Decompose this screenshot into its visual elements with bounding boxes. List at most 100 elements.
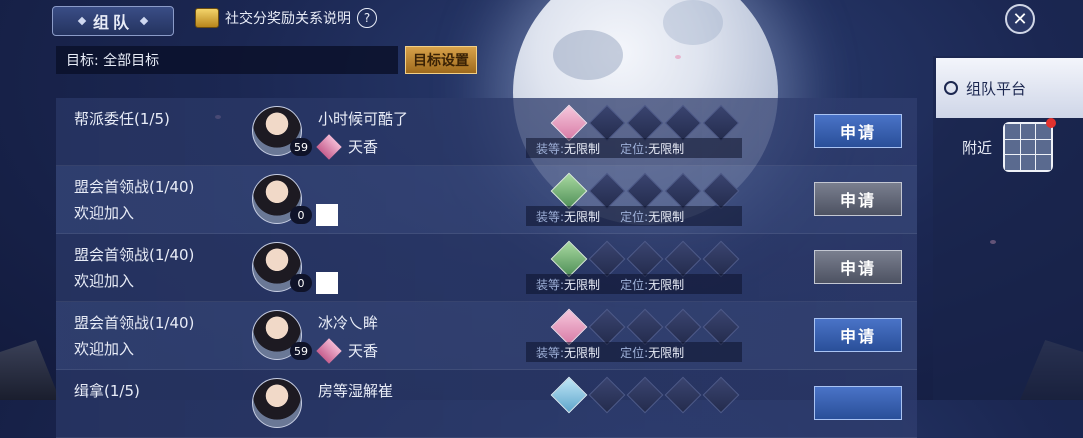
member-slot-empty	[588, 376, 626, 414]
apply-button[interactable]: 申请	[814, 182, 902, 216]
member-slot-empty	[664, 308, 702, 346]
info-link-label: 社交分奖励关系说明	[225, 11, 351, 27]
member-slot-empty	[626, 104, 664, 142]
req-level-label: 装等:	[536, 141, 565, 156]
team-row: 帮派委任(1/5) 59 小时候可酷了 天香 装等: 无限制 定位: 无限制 申请	[56, 98, 917, 166]
member-slot-empty	[702, 104, 740, 142]
req-level-label: 装等:	[536, 277, 565, 292]
req-role-value: 无限制	[648, 209, 685, 224]
apply-button[interactable]: 申请	[814, 114, 902, 148]
target-settings-button[interactable]: 目标设置	[405, 46, 477, 74]
member-slot-filled	[550, 376, 588, 414]
member-slot-empty	[626, 308, 664, 346]
page-title: 组队	[92, 13, 133, 32]
blank-sect-icon	[316, 204, 338, 226]
target-display: 目标: 全部目标	[56, 46, 398, 74]
member-slot-filled	[550, 240, 588, 278]
notification-dot	[1046, 118, 1056, 128]
tab-nearby[interactable]: 附近	[962, 137, 992, 158]
member-slots	[550, 308, 740, 346]
member-slot-empty	[702, 376, 740, 414]
requirements: 装等: 无限制 定位: 无限制	[526, 206, 742, 226]
target-label: 目标: 全部目标	[66, 53, 160, 69]
task-title: 盟会首领战(1/40)	[74, 246, 195, 264]
task-desc: 欢迎加入	[74, 340, 135, 358]
task-title: 盟会首领战(1/40)	[74, 314, 195, 332]
member-slot-empty	[588, 240, 626, 278]
req-level-label: 装等:	[536, 345, 565, 360]
member-slots	[550, 104, 740, 142]
team-list: 帮派委任(1/5) 59 小时候可酷了 天香 装等: 无限制 定位: 无限制 申请 …	[56, 98, 917, 438]
req-level-value: 无限制	[564, 345, 601, 360]
treasure-chest-icon	[195, 8, 219, 28]
member-slot-empty	[702, 240, 740, 278]
req-level-value: 无限制	[564, 277, 601, 292]
req-level-label: 装等:	[536, 209, 565, 224]
task-title: 缉拿(1/5)	[74, 382, 140, 400]
member-slots	[550, 376, 740, 414]
diamond-icon	[139, 16, 149, 26]
req-role-value: 无限制	[648, 277, 685, 292]
member-slot-empty	[626, 376, 664, 414]
team-row: 缉拿(1/5) 房等湿解崔	[56, 370, 917, 438]
apply-button[interactable]: 申请	[814, 250, 902, 284]
radio-dot-icon	[944, 81, 958, 95]
team-row: 盟会首领战(1/40) 欢迎加入 0 装等: 无限制 定位: 无限制 申请	[56, 234, 917, 302]
leader-name: 房等湿解崔	[318, 382, 394, 400]
roof-decoration-left	[0, 340, 60, 400]
leader-name: 冰冷乀眸	[318, 314, 379, 332]
task-title: 帮派委任(1/5)	[74, 110, 170, 128]
help-icon[interactable]: ?	[357, 8, 377, 28]
member-slot-empty	[626, 172, 664, 210]
level-badge: 0	[290, 274, 312, 292]
member-slot-empty	[664, 376, 702, 414]
req-level-value: 无限制	[564, 141, 601, 156]
member-slot-empty	[588, 104, 626, 142]
member-slot-empty	[702, 172, 740, 210]
level-badge: 0	[290, 206, 312, 224]
member-slot-empty	[702, 308, 740, 346]
member-slot-empty	[664, 172, 702, 210]
req-level-value: 无限制	[564, 209, 601, 224]
avatar-grid-icon[interactable]	[1003, 122, 1053, 172]
petal-decoration	[675, 55, 681, 59]
sect-name: 天香	[348, 342, 379, 360]
social-reward-info-link[interactable]: 社交分奖励关系说明 ?	[195, 8, 377, 28]
level-badge: 59	[290, 342, 312, 360]
member-slot-filled	[550, 104, 588, 142]
team-title-tab[interactable]: 组队	[52, 6, 174, 36]
apply-button[interactable]: 申请	[814, 318, 902, 352]
task-desc: 欢迎加入	[74, 272, 135, 290]
tianxiang-sect-icon	[316, 133, 342, 160]
close-button[interactable]: ✕	[1005, 4, 1035, 34]
tab-team-platform[interactable]: 组队平台	[936, 58, 1083, 118]
member-slot-filled	[550, 308, 588, 346]
tab-label: 组队平台	[966, 79, 1027, 98]
req-role-value: 无限制	[648, 345, 685, 360]
req-role-label: 定位:	[620, 209, 649, 224]
member-slots	[550, 172, 740, 210]
apply-button[interactable]	[814, 386, 902, 420]
req-role-label: 定位:	[620, 277, 649, 292]
member-slots	[550, 240, 740, 278]
member-slot-filled	[550, 172, 588, 210]
req-role-label: 定位:	[620, 345, 649, 360]
sect-name: 天香	[348, 138, 379, 156]
sect-info: 天香	[316, 337, 379, 364]
req-role-label: 定位:	[620, 141, 649, 156]
blank-sect-icon	[316, 272, 338, 294]
level-badge: 59	[290, 138, 312, 156]
team-row: 盟会首领战(1/40) 欢迎加入 59 冰冷乀眸 天香 装等: 无限制 定位: 无限…	[56, 302, 917, 370]
req-role-value: 无限制	[648, 141, 685, 156]
member-slot-empty	[588, 172, 626, 210]
leader-avatar[interactable]	[252, 378, 302, 428]
member-slot-empty	[626, 240, 664, 278]
leader-name: 小时候可酷了	[318, 110, 409, 128]
member-slot-empty	[588, 308, 626, 346]
sect-info: 天香	[316, 133, 379, 160]
task-title: 盟会首领战(1/40)	[74, 178, 195, 196]
member-slot-empty	[664, 240, 702, 278]
requirements: 装等: 无限制 定位: 无限制	[526, 342, 742, 362]
diamond-icon	[77, 16, 87, 26]
requirements: 装等: 无限制 定位: 无限制	[526, 274, 742, 294]
